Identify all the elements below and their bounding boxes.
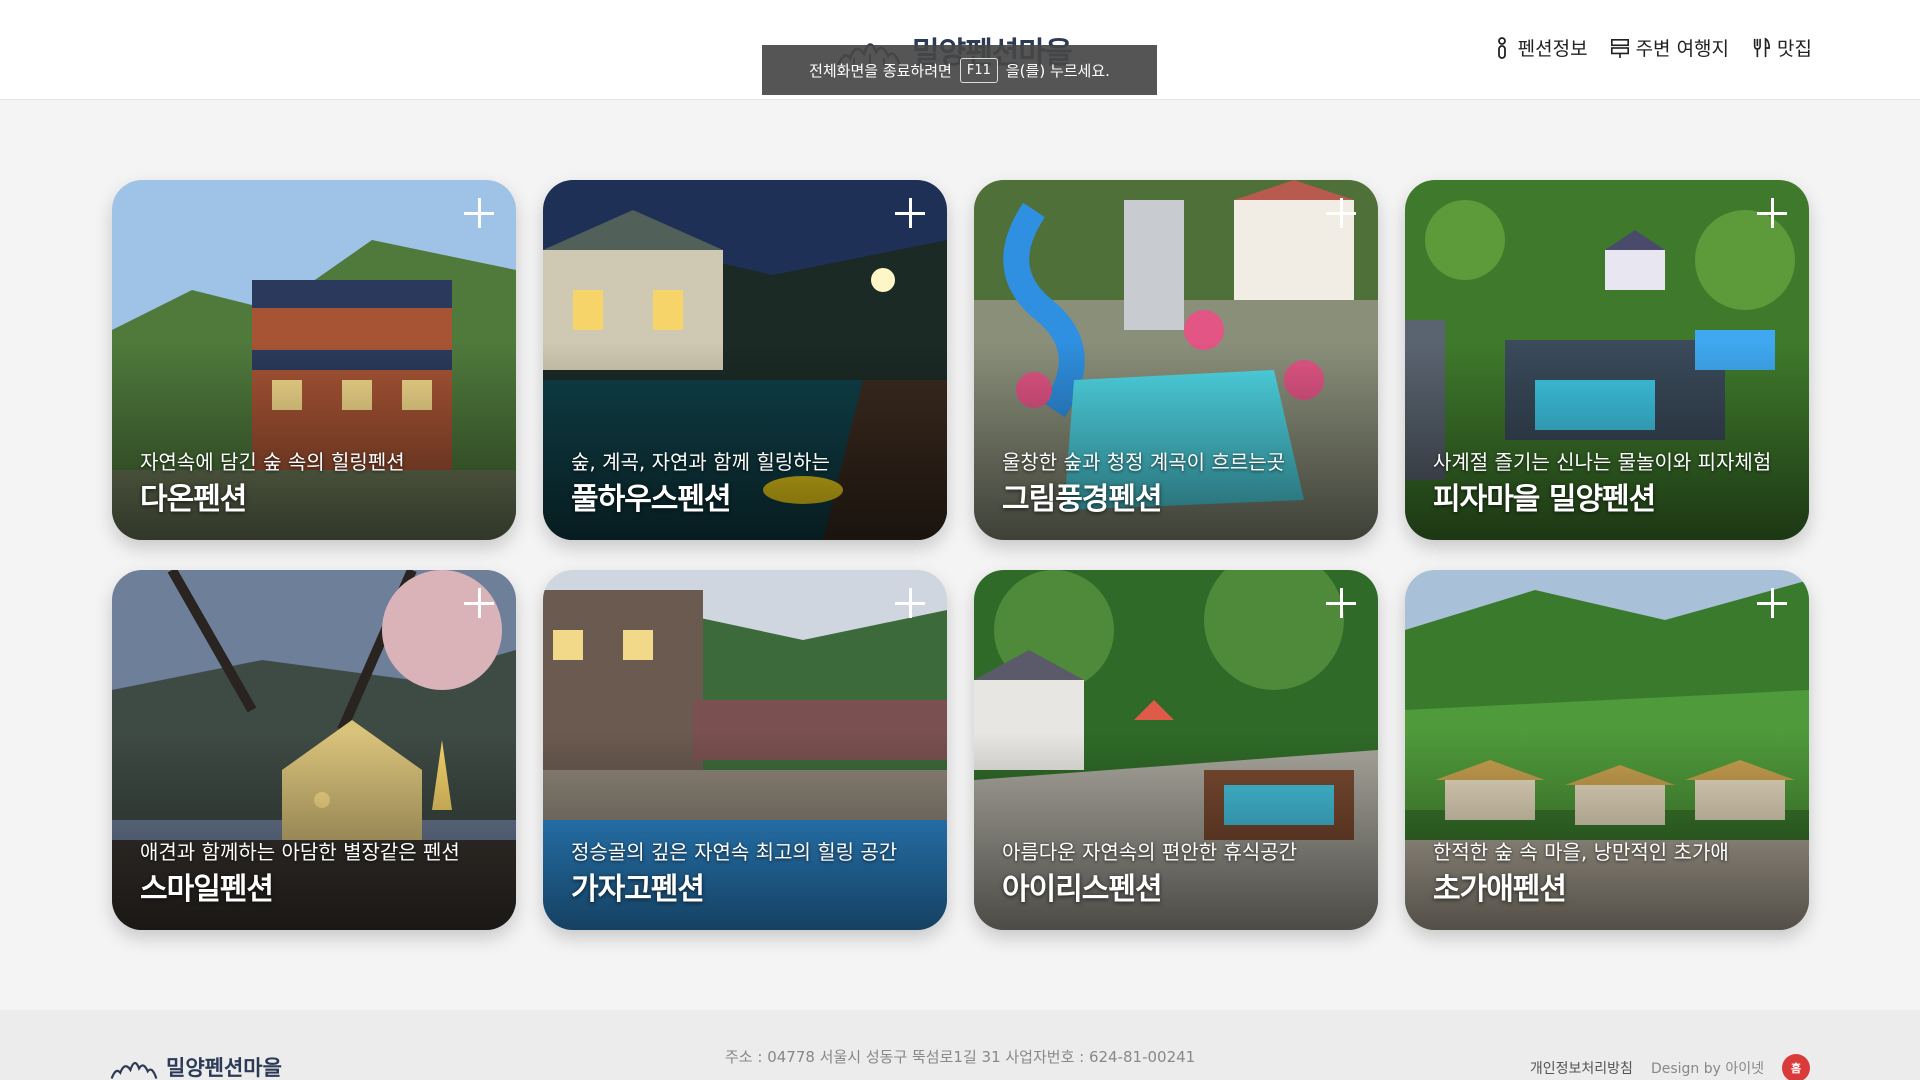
site-footer: 밀양펜션마을 주소 : 04778 서울시 성동구 뚝섬로1길 31 사업자번호… <box>0 1010 1920 1080</box>
notice-text-before: 전체화면을 종료하려면 <box>809 61 952 80</box>
card-subtitle: 한적한 숲 속 마을, 낭만적인 초가애 <box>1433 840 1729 864</box>
main-nav: 펜션정보 주변 여행지 맛집 <box>1492 34 1812 61</box>
card-title: 스마일펜션 <box>140 872 274 907</box>
info-icon <box>1497 36 1506 59</box>
f11-key-badge: F11 <box>959 57 998 83</box>
card-title: 가자고펜션 <box>571 872 705 907</box>
card-subtitle: 울창한 숲과 청정 계곡이 흐르는곳 <box>1002 450 1286 474</box>
nav-label: 펜션정보 <box>1517 38 1588 60</box>
privacy-policy-link[interactable]: 개인정보처리방침 <box>1530 1058 1633 1078</box>
utensils-icon <box>1753 37 1771 57</box>
pension-card-smile[interactable]: 애견과 함께하는 아담한 별장같은 펜션 스마일펜션 <box>112 570 516 930</box>
pension-card-grid: 자연속에 담긴 숲 속의 힐링펜션 다온펜션 숲, 계곡, 자연과 함께 힐링하… <box>112 180 1810 930</box>
pension-card-pizza-village[interactable]: 사계절 즐기는 신나는 물놀이와 피자체험 피자마을 밀양펜션 <box>1405 180 1809 540</box>
plus-icon[interactable] <box>1755 196 1789 230</box>
pension-card-gajago[interactable]: 정승골의 깊은 자연속 최고의 힐링 공간 가자고펜션 <box>543 570 947 930</box>
card-subtitle: 숲, 계곡, 자연과 함께 힐링하는 <box>571 450 830 474</box>
card-subtitle: 자연속에 담긴 숲 속의 힐링펜션 <box>140 450 405 474</box>
nav-restaurants[interactable]: 맛집 <box>1751 34 1812 61</box>
pension-card-iris[interactable]: 아름다운 자연속의 편안한 휴식공간 아이리스펜션 <box>974 570 1378 930</box>
plus-icon[interactable] <box>893 196 927 230</box>
card-title: 풀하우스펜션 <box>571 482 732 517</box>
home-badge-icon[interactable]: 홈 <box>1782 1054 1810 1080</box>
card-title: 초가애펜션 <box>1433 872 1567 907</box>
footer-logo[interactable]: 밀양펜션마을 <box>110 1052 282 1080</box>
plus-icon[interactable] <box>462 196 496 230</box>
nav-label: 주변 여행지 <box>1635 38 1730 60</box>
mountain-logo-icon <box>110 1061 158 1079</box>
card-title: 다온펜션 <box>140 482 247 517</box>
footer-address: 주소 : 04778 서울시 성동구 뚝섬로1길 31 사업자번호 : 624-… <box>725 1048 1196 1066</box>
card-title: 아이리스펜션 <box>1002 872 1163 907</box>
card-title: 그림풍경펜션 <box>1002 482 1163 517</box>
card-subtitle: 사계절 즐기는 신나는 물놀이와 피자체험 <box>1433 450 1772 474</box>
plus-icon[interactable] <box>1324 586 1358 620</box>
pension-card-fullhouse[interactable]: 숲, 계곡, 자연과 함께 힐링하는 풀하우스펜션 <box>543 180 947 540</box>
plus-icon[interactable] <box>1755 586 1789 620</box>
fullscreen-exit-notice: 전체화면을 종료하려면 F11 을(를) 누르세요. <box>762 45 1157 95</box>
nav-label: 맛집 <box>1777 38 1812 60</box>
pension-card-daon[interactable]: 자연속에 담긴 숲 속의 힐링펜션 다온펜션 <box>112 180 516 540</box>
card-subtitle: 애견과 함께하는 아담한 별장같은 펜션 <box>140 840 460 864</box>
plus-icon[interactable] <box>1324 196 1358 230</box>
footer-logo-text: 밀양펜션마을 <box>166 1056 282 1080</box>
card-subtitle: 정승골의 깊은 자연속 최고의 힐링 공간 <box>571 840 898 864</box>
pension-card-geurimpunggyeong[interactable]: 울창한 숲과 청정 계곡이 흐르는곳 그림풍경펜션 <box>974 180 1378 540</box>
plus-icon[interactable] <box>893 586 927 620</box>
nav-pension-info[interactable]: 펜션정보 <box>1492 34 1588 61</box>
design-credit: Design by 아이넷 <box>1650 1061 1764 1077</box>
pension-card-chogae[interactable]: 한적한 숲 속 마을, 낭만적인 초가애 초가애펜션 <box>1405 570 1809 930</box>
plus-icon[interactable] <box>462 586 496 620</box>
card-subtitle: 아름다운 자연속의 편안한 휴식공간 <box>1002 840 1298 864</box>
card-title: 피자마을 밀양펜션 <box>1433 482 1656 517</box>
nav-nearby-travel[interactable]: 주변 여행지 <box>1610 34 1729 61</box>
notice-text-after: 을(를) 누르세요. <box>1005 61 1110 80</box>
signpost-icon <box>1610 38 1629 58</box>
footer-links: 개인정보처리방침 Design by 아이넷 홈 <box>1530 1054 1810 1080</box>
